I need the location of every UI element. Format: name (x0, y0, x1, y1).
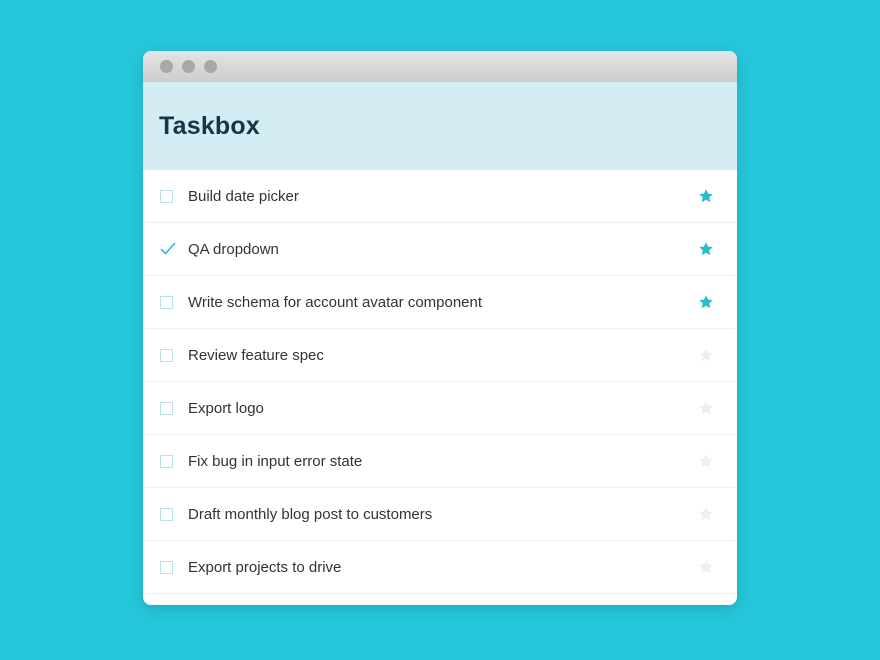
window-titlebar (143, 51, 737, 82)
task-item[interactable]: Export logo (143, 382, 737, 435)
app-window: Taskbox Build date picker QA dropdown Wr… (143, 51, 737, 605)
task-title: QA dropdown (188, 240, 279, 258)
checkmark-icon (160, 242, 176, 255)
task-title: Export projects to drive (188, 558, 342, 576)
star-icon[interactable] (698, 188, 714, 204)
task-item[interactable]: Fix bug in input error state (143, 435, 737, 488)
task-item[interactable]: QA dropdown (143, 223, 737, 276)
task-item[interactable]: Review feature spec (143, 329, 737, 382)
star-icon[interactable] (698, 400, 714, 416)
task-item[interactable]: Write schema for account avatar componen… (143, 276, 737, 329)
checkbox-icon[interactable] (160, 349, 173, 362)
checkbox-icon[interactable] (160, 402, 173, 415)
star-icon[interactable] (698, 241, 714, 257)
checkbox-icon[interactable] (160, 508, 173, 521)
checkbox-icon[interactable] (160, 190, 173, 203)
task-title: Fix bug in input error state (188, 452, 363, 470)
task-title: Write schema for account avatar componen… (188, 293, 483, 311)
window-close-dot[interactable] (160, 60, 173, 73)
task-title: Export logo (188, 399, 264, 417)
task-item[interactable]: Export projects to drive (143, 541, 737, 594)
window-maximize-dot[interactable] (204, 60, 217, 73)
window-minimize-dot[interactable] (182, 60, 195, 73)
task-title: Draft monthly blog post to customers (188, 505, 433, 523)
star-icon[interactable] (698, 559, 714, 575)
app-header: Taskbox (143, 82, 737, 170)
star-icon[interactable] (698, 506, 714, 522)
star-icon[interactable] (698, 294, 714, 310)
app-title: Taskbox (159, 111, 260, 140)
checkbox-icon[interactable] (160, 561, 173, 574)
checkbox-icon[interactable] (160, 455, 173, 468)
star-icon[interactable] (698, 347, 714, 363)
task-title: Review feature spec (188, 346, 324, 364)
checkbox-icon[interactable] (160, 296, 173, 309)
task-item[interactable]: Build date picker (143, 170, 737, 223)
star-icon[interactable] (698, 453, 714, 469)
task-title: Build date picker (188, 187, 299, 205)
task-item[interactable]: Draft monthly blog post to customers (143, 488, 737, 541)
task-list: Build date picker QA dropdown Write sche… (143, 170, 737, 594)
checked-checkbox-icon[interactable] (160, 242, 176, 256)
